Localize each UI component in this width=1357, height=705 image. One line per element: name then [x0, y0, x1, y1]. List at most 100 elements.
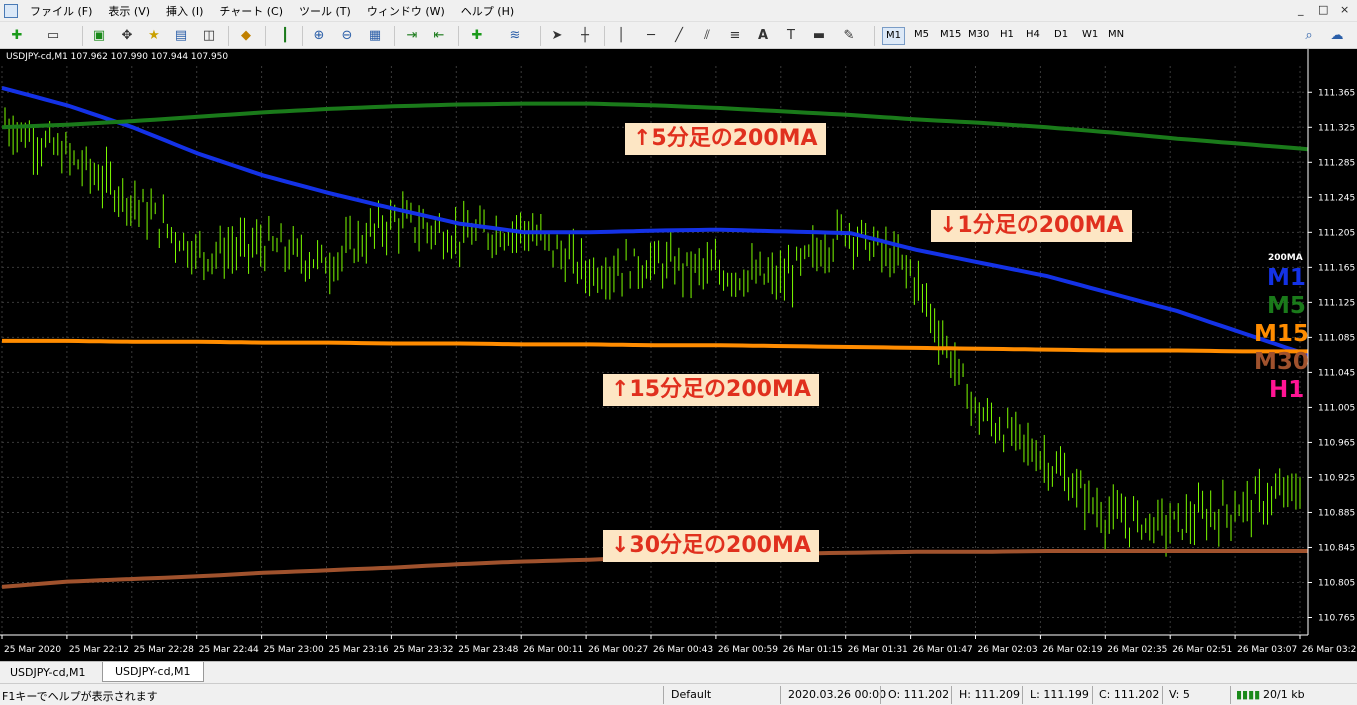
market-watch-icon[interactable]: ▣ — [90, 26, 108, 44]
time-tick-label: 26 Mar 00:59 — [718, 645, 778, 655]
legend-h1: H1 — [1269, 377, 1305, 403]
price-tick-label: 110.765 — [1318, 613, 1355, 623]
price-tick-label: 110.925 — [1318, 473, 1355, 483]
time-tick-label: 26 Mar 01:31 — [848, 645, 908, 655]
strategy-tester-icon[interactable]: ◫ — [200, 26, 218, 44]
legend-m5: M5 — [1267, 293, 1306, 319]
time-tick-label: 26 Mar 00:27 — [588, 645, 648, 655]
new-chart-icon[interactable]: ✚ — [8, 26, 26, 44]
price-tick-label: 111.045 — [1318, 368, 1355, 378]
time-tick-label: 25 Mar 23:16 — [329, 645, 389, 655]
search-icon[interactable]: ⌕ — [1300, 26, 1318, 44]
status-low: L: 111.199 — [1030, 688, 1089, 701]
status-close: C: 111.202 — [1099, 688, 1160, 701]
rectangle-icon[interactable]: ▬ — [810, 26, 828, 44]
menu-help[interactable]: ヘルプ (H) — [453, 3, 522, 19]
menu-view[interactable]: 表示 (V) — [100, 3, 158, 19]
restore-button[interactable]: □ — [1318, 3, 1328, 16]
channel-icon[interactable]: ⫽ — [698, 26, 716, 44]
status-datetime: 2020.03.26 00:00 — [788, 688, 887, 701]
status-profile: Default — [671, 688, 712, 701]
legend-title: 200MA — [1268, 253, 1303, 263]
text-label-icon[interactable]: T — [782, 26, 800, 44]
time-tick-label: 25 Mar 22:28 — [134, 645, 194, 655]
close-button[interactable]: × — [1340, 3, 1349, 16]
price-tick-label: 111.325 — [1318, 123, 1355, 133]
tf-h4[interactable]: H4 — [1026, 29, 1040, 40]
tf-m5[interactable]: M5 — [914, 29, 929, 40]
terminal-icon[interactable]: ▤ — [172, 26, 190, 44]
profiles-icon[interactable]: ▭ — [44, 26, 62, 44]
price-tick-label: 110.805 — [1318, 578, 1355, 588]
tab-chart-1[interactable]: USDJPY-cd,M1 — [0, 664, 96, 681]
trendline-icon[interactable]: ╱ — [670, 26, 688, 44]
chart-shift-icon[interactable]: ⇥ — [403, 26, 421, 44]
menu-file[interactable]: ファイル (F) — [22, 3, 100, 19]
time-tick-label: 25 Mar 2020 — [4, 645, 61, 655]
time-tick-label: 26 Mar 03:23 — [1302, 645, 1357, 655]
status-open: O: 111.202 — [888, 688, 950, 701]
tab-chart-2[interactable]: USDJPY-cd,M1 — [102, 662, 204, 682]
auto-trading-icon[interactable]: ◆ — [237, 26, 255, 44]
tf-m1[interactable]: M1 — [882, 27, 905, 45]
tf-w1[interactable]: W1 — [1082, 29, 1098, 40]
horizontal-line-icon[interactable]: ─ — [642, 26, 660, 44]
indicators-icon[interactable]: ✚ — [468, 26, 486, 44]
status-traffic: 20/1 kb — [1263, 688, 1305, 701]
legend-m15: M15 — [1254, 321, 1309, 347]
zoom-out-icon[interactable]: ⊖ — [338, 26, 356, 44]
bar-chart-icon[interactable]: ┃ — [276, 26, 294, 44]
annotation-m30: ↓30分足の200MA — [603, 530, 819, 562]
text-icon[interactable]: A — [754, 26, 772, 44]
menu-tools[interactable]: ツール (T) — [291, 3, 359, 19]
time-tick-label: 26 Mar 00:11 — [523, 645, 583, 655]
price-tick-label: 111.125 — [1318, 298, 1355, 308]
templates-icon[interactable]: ≋ — [506, 26, 524, 44]
price-tick-label: 110.845 — [1318, 543, 1355, 553]
annotation-m1: ↓1分足の200MA — [931, 210, 1132, 242]
legend-m30: M30 — [1254, 349, 1309, 375]
fibonacci-icon[interactable]: ≡ — [726, 26, 744, 44]
tf-mn[interactable]: MN — [1108, 29, 1124, 40]
chart-window[interactable]: 111.365 111.325 111.285 111.245 111.205 111.1… — [0, 49, 1357, 661]
price-tick-label: 111.205 — [1318, 228, 1355, 238]
arrows-icon[interactable]: ✎ — [840, 26, 858, 44]
price-tick-label: 111.365 — [1318, 88, 1355, 98]
toolbar: ✚ ▭ ▣ ✥ ★ ▤ ◫ ◆ ┃ ⊕ ⊖ ▦ ⇥ ⇤ ✚ ≋ ➤ ┼ │ ─ … — [0, 21, 1357, 49]
time-tick-label: 25 Mar 22:12 — [69, 645, 129, 655]
time-tick-label: 26 Mar 01:47 — [913, 645, 973, 655]
menu-chart[interactable]: チャート (C) — [211, 3, 291, 19]
tile-windows-icon[interactable]: ▦ — [366, 26, 384, 44]
price-tick-label: 111.285 — [1318, 158, 1355, 168]
autoscroll-icon[interactable]: ⇤ — [430, 26, 448, 44]
vertical-line-icon[interactable]: │ — [612, 26, 630, 44]
tf-h1[interactable]: H1 — [1000, 29, 1014, 40]
time-tick-label: 26 Mar 01:15 — [783, 645, 843, 655]
tf-d1[interactable]: D1 — [1054, 29, 1068, 40]
connection-icon: ▮▮▮▮ — [1236, 688, 1261, 701]
time-tick-label: 26 Mar 00:43 — [653, 645, 713, 655]
chart-tabs: USDJPY-cd,M1 USDJPY-cd,M1 — [0, 661, 1357, 683]
status-help: F1キーでヘルプが表示されます — [2, 690, 158, 703]
annotation-m5: ↑5分足の200MA — [625, 123, 826, 155]
time-tick-label: 26 Mar 03:07 — [1237, 645, 1297, 655]
crosshair-icon[interactable]: ┼ — [576, 26, 594, 44]
minimize-button[interactable]: _ — [1298, 3, 1304, 16]
menu-window[interactable]: ウィンドウ (W) — [359, 3, 453, 19]
crosshair-nav-icon[interactable]: ✥ — [118, 26, 136, 44]
zoom-in-icon[interactable]: ⊕ — [310, 26, 328, 44]
time-tick-label: 25 Mar 23:32 — [393, 645, 453, 655]
tf-m30[interactable]: M30 — [968, 29, 989, 40]
status-high: H: 111.209 — [959, 688, 1020, 701]
chat-icon[interactable]: ☁ — [1328, 26, 1346, 44]
price-tick-label: 111.085 — [1318, 333, 1355, 343]
price-tick-label: 111.005 — [1318, 403, 1355, 413]
time-tick-label: 25 Mar 22:44 — [199, 645, 259, 655]
tf-m15[interactable]: M15 — [940, 29, 961, 40]
menu-bar: ファイル (F) 表示 (V) 挿入 (I) チャート (C) ツール (T) … — [0, 0, 1357, 21]
favorites-icon[interactable]: ★ — [145, 26, 163, 44]
cursor-icon[interactable]: ➤ — [548, 26, 566, 44]
menu-insert[interactable]: 挿入 (I) — [158, 3, 211, 19]
status-bar: F1キーでヘルプが表示されます Default 2020.03.26 00:00… — [0, 683, 1357, 705]
status-volume: V: 5 — [1169, 688, 1190, 701]
